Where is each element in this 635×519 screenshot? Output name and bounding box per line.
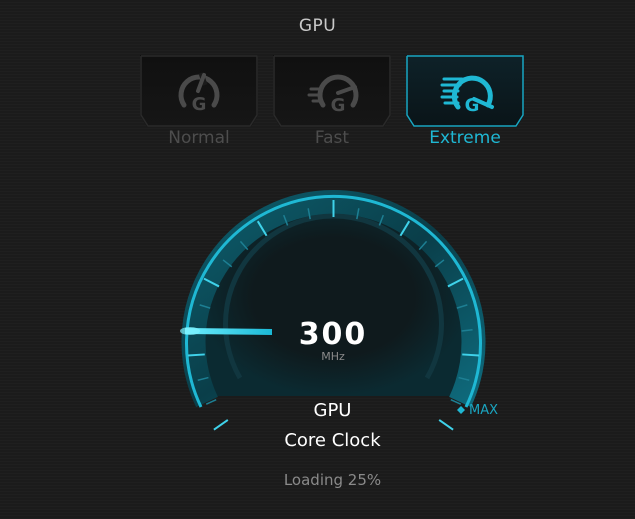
loading-status: Loading 25% xyxy=(283,471,382,489)
gauge-value: 300 xyxy=(298,317,368,352)
gauge-tick xyxy=(462,353,480,357)
gauge-tick xyxy=(187,353,205,357)
gauge-unit: MHz xyxy=(321,350,345,363)
gauge-tick xyxy=(213,419,229,431)
gauge-needle-glow xyxy=(180,327,200,335)
gauge-tick xyxy=(438,419,454,431)
caption-line2: Core Clock xyxy=(284,430,381,451)
caption-line1: GPU xyxy=(313,400,352,421)
